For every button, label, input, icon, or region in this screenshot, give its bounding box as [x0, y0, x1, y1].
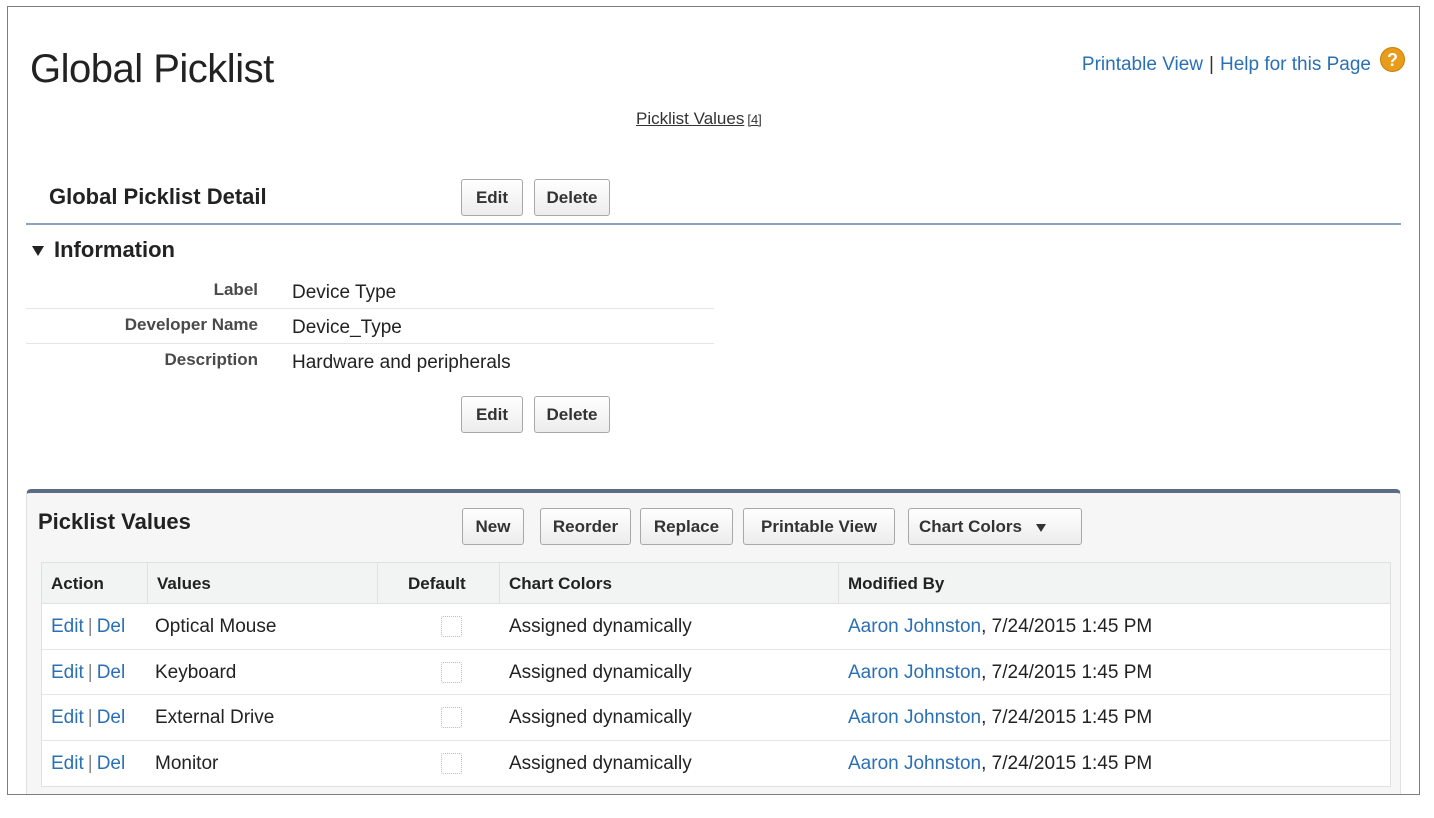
- picklist-values-count: [4]: [747, 112, 762, 127]
- del-link[interactable]: Del: [97, 753, 126, 774]
- page-title: Global Picklist: [30, 47, 274, 91]
- chart-colors-label: Chart Colors: [919, 517, 1022, 536]
- chevron-down-icon: [1035, 523, 1046, 532]
- modified-by: Aaron Johnston, 7/24/2015 1:45 PM: [848, 604, 1152, 649]
- printable-view-button[interactable]: Printable View: [743, 508, 895, 545]
- field-value: Device Type: [292, 282, 397, 303]
- default-checkbox: [441, 707, 462, 728]
- default-checkbox: [441, 752, 462, 774]
- row-actions: Edit | Del: [51, 650, 125, 695]
- table-row: Edit | Del Optical Mouse Assigned dynamica…: [42, 604, 1390, 650]
- modified-date: , 7/24/2015 1:45 PM: [981, 752, 1153, 774]
- table-row: Edit | Del Keyboard Assigned dynamically A…: [42, 650, 1390, 695]
- chart-color-value: Assigned dynamically: [509, 707, 692, 728]
- column-header-chart-colors[interactable]: Chart Colors: [499, 563, 838, 604]
- action-separator: |: [87, 616, 93, 637]
- table-row: Edit | Del Monitor Assigned dynamically Aa…: [42, 741, 1390, 787]
- field-label: Description: [164, 350, 258, 369]
- del-link[interactable]: Del: [97, 662, 126, 683]
- column-header-action[interactable]: Action: [42, 563, 147, 604]
- user-link[interactable]: Aaron Johnston: [848, 707, 981, 728]
- information-section-header[interactable]: Information: [32, 237, 175, 263]
- collapse-triangle-icon[interactable]: [32, 246, 44, 256]
- picklist-value: Keyboard: [155, 661, 237, 683]
- reorder-button[interactable]: Reorder: [540, 508, 631, 545]
- chart-color-value: Assigned dynamically: [509, 661, 692, 683]
- picklist-values-related-list: Picklist Values New Reorder Replace Prin…: [26, 489, 1401, 794]
- del-link[interactable]: Del: [97, 616, 126, 637]
- picklist-value: Optical Mouse: [155, 616, 277, 637]
- row-actions: Edit | Del: [51, 695, 125, 740]
- table-header: Action Values Default Chart Colors Modif…: [42, 563, 1390, 604]
- chart-color-value: Assigned dynamically: [509, 616, 692, 637]
- user-link[interactable]: Aaron Johnston: [848, 753, 981, 774]
- printable-view-link[interactable]: Printable View: [1082, 54, 1203, 76]
- page-frame: Global Picklist Printable View | Help fo…: [7, 6, 1420, 795]
- related-list-hover-link[interactable]: Picklist Values [4]: [636, 109, 762, 129]
- related-list-title: Picklist Values: [38, 509, 191, 534]
- column-header-values[interactable]: Values: [147, 563, 377, 604]
- row-actions: Edit | Del: [51, 741, 125, 786]
- edit-link[interactable]: Edit: [51, 662, 84, 683]
- table-row: Edit | Del External Drive Assigned dynamic…: [42, 695, 1390, 741]
- help-for-this-page-link[interactable]: Help for this Page: [1220, 54, 1371, 76]
- row-actions: Edit | Del: [51, 604, 125, 649]
- modified-date: , 7/24/2015 1:45 PM: [981, 661, 1153, 683]
- picklist-value: Monitor: [155, 752, 219, 774]
- chart-colors-dropdown[interactable]: Chart Colors: [908, 508, 1082, 545]
- delete-button[interactable]: Delete: [534, 179, 610, 216]
- edit-button-bottom[interactable]: Edit: [461, 396, 523, 433]
- user-link[interactable]: Aaron Johnston: [848, 662, 981, 683]
- action-separator: |: [87, 707, 93, 728]
- action-separator: |: [87, 752, 93, 774]
- edit-button[interactable]: Edit: [461, 179, 523, 216]
- picklist-values-table: Action Values Default Chart Colors Modif…: [41, 562, 1391, 787]
- field-label: Developer Name: [124, 315, 258, 334]
- top-links: Printable View | Help for this Page: [1082, 54, 1371, 76]
- help-icon[interactable]: ?: [1380, 47, 1405, 72]
- default-checkbox: [441, 661, 462, 683]
- del-link[interactable]: Del: [97, 707, 126, 728]
- detail-section-title: Global Picklist Detail: [49, 184, 267, 209]
- chart-color-value: Assigned dynamically: [509, 752, 692, 774]
- field-row-developer-name: Developer Name Device_Type: [26, 309, 714, 344]
- information-title: Information: [54, 237, 175, 262]
- replace-button[interactable]: Replace: [640, 508, 733, 545]
- field-row-description: Description Hardware and peripherals: [26, 344, 714, 379]
- edit-link[interactable]: Edit: [51, 616, 84, 637]
- field-value: Hardware and peripherals: [292, 352, 511, 373]
- new-button[interactable]: New: [462, 508, 524, 545]
- default-checkbox: [441, 616, 462, 637]
- column-header-modified-by[interactable]: Modified By: [838, 563, 1390, 604]
- user-link[interactable]: Aaron Johnston: [848, 616, 981, 637]
- link-separator: |: [1209, 54, 1214, 75]
- column-header-default[interactable]: Default: [377, 563, 499, 604]
- delete-button-bottom[interactable]: Delete: [534, 396, 610, 433]
- modified-by: Aaron Johnston, 7/24/2015 1:45 PM: [848, 695, 1152, 740]
- action-separator: |: [87, 661, 93, 683]
- modified-date: , 7/24/2015 1:45 PM: [981, 616, 1153, 637]
- modified-by: Aaron Johnston, 7/24/2015 1:45 PM: [848, 741, 1152, 786]
- detail-header: Global Picklist Detail Edit Delete: [26, 175, 1401, 225]
- field-value: Device_Type: [292, 317, 402, 338]
- edit-link[interactable]: Edit: [51, 753, 84, 774]
- field-label: Label: [213, 280, 258, 299]
- picklist-values-link[interactable]: Picklist Values: [636, 109, 744, 128]
- field-row-label: Label Device Type: [26, 274, 714, 309]
- modified-date: , 7/24/2015 1:45 PM: [981, 707, 1153, 728]
- picklist-value: External Drive: [155, 707, 275, 728]
- edit-link[interactable]: Edit: [51, 707, 84, 728]
- modified-by: Aaron Johnston, 7/24/2015 1:45 PM: [848, 650, 1152, 695]
